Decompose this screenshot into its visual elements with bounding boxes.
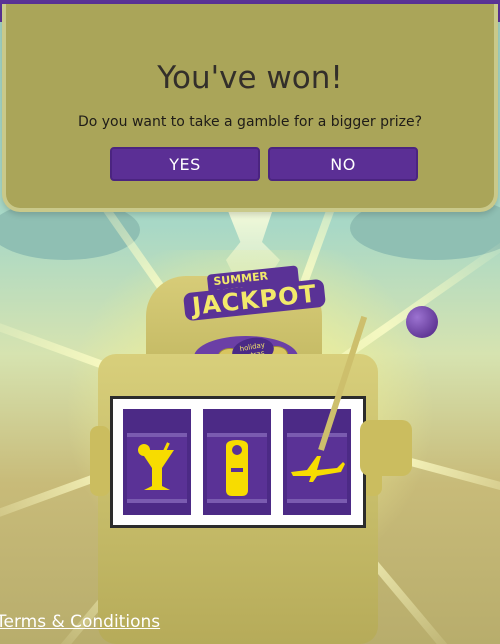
lever-base [360, 420, 412, 476]
yes-button[interactable]: YES [110, 147, 260, 181]
reel-panel [127, 433, 187, 503]
reel-panel [287, 433, 347, 503]
reel-3 [283, 409, 351, 515]
door-hanger-icon [207, 440, 267, 496]
lever-knob[interactable] [406, 306, 438, 338]
no-button[interactable]: NO [268, 147, 418, 181]
modal-title: You've won! [157, 60, 343, 96]
modal-subtitle: Do you want to take a gamble for a bigge… [77, 114, 423, 130]
reel-1 [123, 409, 191, 515]
win-modal: You've won! Do you want to take a gamble… [2, 4, 498, 212]
reel-window [110, 396, 366, 528]
terms-link[interactable]: Terms & Conditions [0, 612, 160, 632]
airplane-icon [287, 447, 347, 489]
reel-2 [203, 409, 271, 515]
cabinet-cap-left [90, 426, 110, 496]
game-screen: SUMMER SPIN JACKPOT holiday extras [0, 0, 500, 644]
cocktail-icon [127, 442, 187, 490]
reel-panel [207, 433, 267, 503]
jackpot-logo: SUMMER SPIN JACKPOT [182, 265, 327, 340]
